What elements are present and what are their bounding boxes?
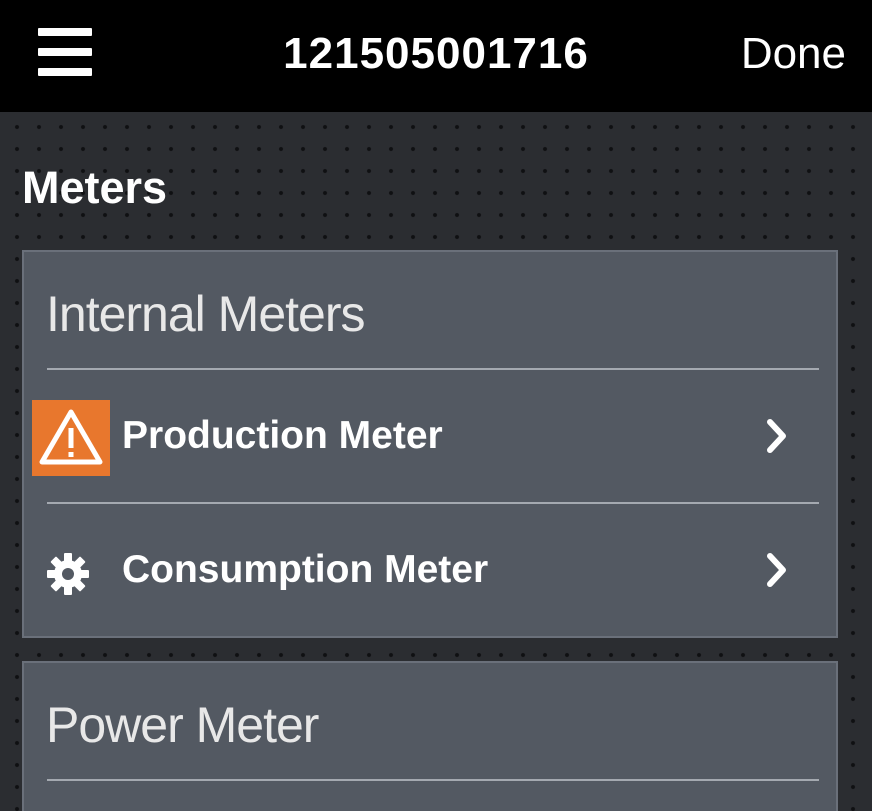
hamburger-menu-icon[interactable]	[38, 28, 92, 76]
internal-meters-heading: Internal Meters	[46, 286, 365, 342]
menu-bar-line	[38, 68, 92, 76]
internal-meters-card: Internal Meters Production Meter Consump…	[22, 250, 838, 638]
top-bar: 121505001716 Done	[0, 0, 872, 112]
consumption-meter-row[interactable]: Consumption Meter	[24, 506, 836, 636]
menu-bar-line	[38, 48, 92, 56]
consumption-meter-label: Consumption Meter	[122, 548, 489, 591]
divider	[47, 779, 819, 781]
gear-icon	[47, 553, 89, 595]
divider	[47, 502, 819, 504]
done-button[interactable]: Done	[741, 28, 846, 80]
power-meter-heading: Power Meter	[46, 697, 319, 753]
page-title: Meters	[22, 162, 168, 213]
chevron-right-icon	[767, 553, 786, 587]
production-meter-row[interactable]: Production Meter	[24, 372, 836, 502]
production-meter-label: Production Meter	[122, 414, 443, 457]
divider	[47, 368, 819, 370]
device-serial-title: 121505001716	[283, 29, 589, 78]
power-meter-card: Power Meter	[22, 661, 838, 811]
menu-bar-line	[38, 28, 92, 36]
chevron-right-icon	[767, 419, 786, 453]
warning-icon	[32, 400, 110, 476]
